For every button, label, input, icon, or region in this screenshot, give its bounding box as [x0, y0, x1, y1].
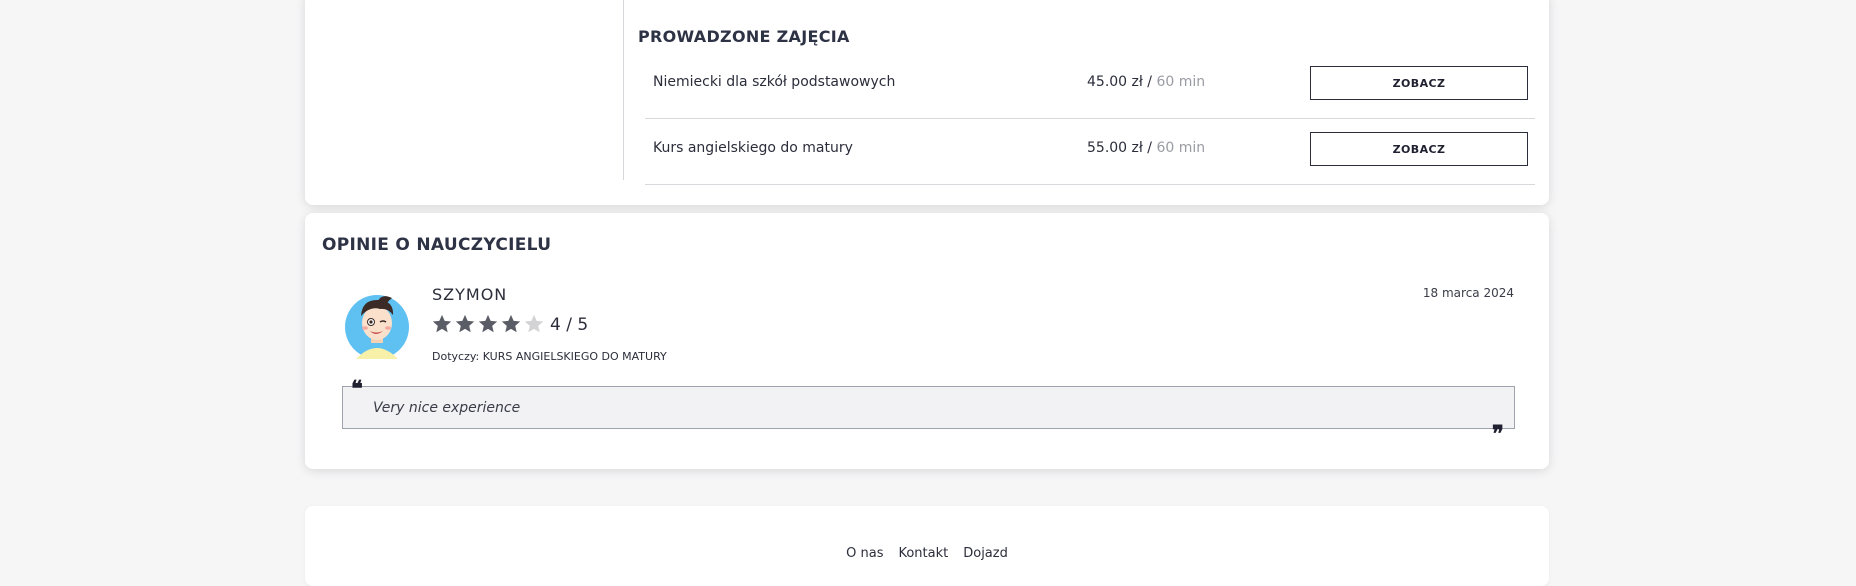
- footer-link-directions[interactable]: Dojazd: [963, 546, 1008, 561]
- course-row: Niemiecki dla szkół podstawowych 45.00 z…: [645, 52, 1535, 119]
- course-price: 45.00 zł / 60 min: [1087, 74, 1206, 90]
- star-empty-icon: [524, 314, 544, 333]
- quote-open-icon: ❝: [351, 376, 363, 402]
- footer-link-contact[interactable]: Kontakt: [898, 546, 948, 561]
- star-filled-icon: [432, 314, 452, 333]
- column-divider: [623, 0, 624, 180]
- star-filled-icon: [455, 314, 475, 333]
- see-course-button[interactable]: ZOBACZ: [1310, 66, 1528, 100]
- rating-text: 4 / 5: [550, 315, 589, 335]
- review-text: Very nice experience: [373, 400, 521, 416]
- course-duration: 60 min: [1156, 74, 1206, 90]
- star-filled-icon: [501, 314, 521, 333]
- cartoon-boy-avatar-icon: [345, 295, 409, 359]
- footer-links: O nas Kontakt Dojazd: [305, 546, 1549, 561]
- courses-section-title: PROWADZONE ZAJĘCIA: [638, 27, 850, 46]
- footer: O nas Kontakt Dojazd: [305, 506, 1549, 586]
- reviews-section-title: OPINIE O NAUCZYCIELU: [322, 235, 552, 255]
- course-row: Kurs angielskiego do matury 55.00 zł / 6…: [645, 118, 1535, 185]
- review-date: 18 marca 2024: [1422, 286, 1514, 300]
- course-price: 55.00 zł / 60 min: [1087, 140, 1206, 156]
- footer-link-about[interactable]: O nas: [846, 546, 883, 561]
- star-filled-icon: [478, 314, 498, 333]
- courses-card: PROWADZONE ZAJĘCIA Niemiecki dla szkół p…: [305, 0, 1549, 205]
- course-name: Niemiecki dla szkół podstawowych: [653, 74, 896, 90]
- review-course: Dotyczy: KURS ANGIELSKIEGO DO MATURY: [432, 350, 667, 363]
- review-quote: Very nice experience: [342, 386, 1515, 429]
- reviews-card: OPINIE O NAUCZYCIELU SZYMON 18 marca 202…: [305, 213, 1549, 469]
- quote-close-icon: ❞: [1492, 421, 1504, 447]
- see-course-button[interactable]: ZOBACZ: [1310, 132, 1528, 166]
- reviewer-name: SZYMON: [432, 285, 508, 304]
- rating-stars: [431, 313, 545, 335]
- course-name: Kurs angielskiego do matury: [653, 140, 853, 156]
- course-duration: 60 min: [1156, 140, 1206, 156]
